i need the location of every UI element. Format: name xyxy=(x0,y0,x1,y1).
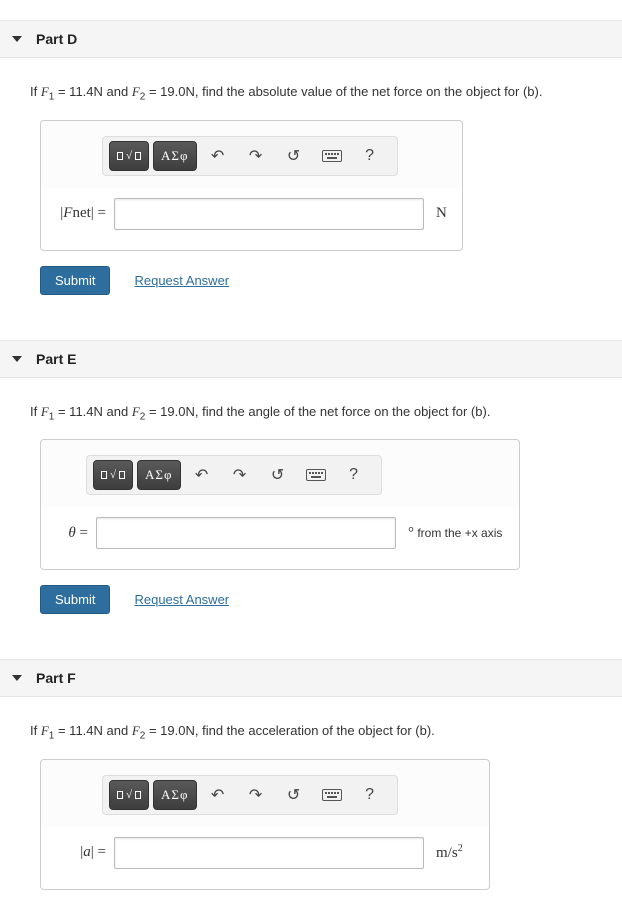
greek-button[interactable]: ΑΣφ xyxy=(153,780,196,810)
templates-icon: √ xyxy=(117,150,141,162)
part-title: Part E xyxy=(36,351,76,367)
request-answer-link[interactable]: Request Answer xyxy=(134,273,229,288)
submit-button[interactable]: Submit xyxy=(40,266,110,295)
toolbar-e: √ ΑΣφ ↶ ↷ ↺ ? xyxy=(41,440,519,507)
help-icon: ? xyxy=(365,147,374,165)
part-header-e[interactable]: Part E xyxy=(0,340,622,378)
reset-icon: ↺ xyxy=(287,785,300,805)
redo-button[interactable]: ↷ xyxy=(239,141,273,171)
redo-button[interactable]: ↷ xyxy=(239,780,273,810)
undo-button[interactable]: ↶ xyxy=(201,780,235,810)
greek-button[interactable]: ΑΣφ xyxy=(153,141,196,171)
submit-button[interactable]: Submit xyxy=(40,585,110,614)
keyboard-button[interactable] xyxy=(315,780,349,810)
lhs-label: |a| = xyxy=(56,844,114,861)
templates-button[interactable]: √ xyxy=(93,460,133,490)
redo-icon: ↷ xyxy=(249,146,262,166)
undo-icon: ↶ xyxy=(211,785,224,805)
help-icon: ? xyxy=(365,786,374,804)
lhs-label: |Fnet| = xyxy=(56,205,114,222)
keyboard-button[interactable] xyxy=(315,141,349,171)
undo-button[interactable]: ↶ xyxy=(201,141,235,171)
chevron-down-icon xyxy=(12,36,22,42)
undo-icon: ↶ xyxy=(211,146,224,166)
answer-input-e[interactable] xyxy=(96,517,396,549)
templates-button[interactable]: √ xyxy=(109,141,149,171)
prompt-e: If F1 = 11.4N and F2 = 19.0N, find the a… xyxy=(0,378,622,440)
request-answer-link[interactable]: Request Answer xyxy=(134,592,229,607)
lhs-label: θ = xyxy=(56,525,96,542)
undo-icon: ↶ xyxy=(195,465,208,485)
answer-box-f: √ ΑΣφ ↶ ↷ ↺ ? |a| = m/s2 xyxy=(40,759,490,890)
keyboard-icon xyxy=(322,789,342,801)
chevron-down-icon xyxy=(12,675,22,681)
chevron-down-icon xyxy=(12,356,22,362)
templates-icon: √ xyxy=(101,469,125,481)
part-title: Part D xyxy=(36,31,77,47)
templates-button[interactable]: √ xyxy=(109,780,149,810)
unit-label: ° from the +x axis xyxy=(396,525,502,542)
part-title: Part F xyxy=(36,670,76,686)
help-icon: ? xyxy=(349,466,358,484)
redo-icon: ↷ xyxy=(233,465,246,485)
prompt-d: If F1 = 11.4N and F2 = 19.0N, find the a… xyxy=(0,58,622,120)
templates-icon: √ xyxy=(117,789,141,801)
prompt-f: If F1 = 11.4N and F2 = 19.0N, find the a… xyxy=(0,697,622,759)
answer-box-d: √ ΑΣφ ↶ ↷ ↺ ? |Fnet| = N xyxy=(40,120,463,251)
greek-button[interactable]: ΑΣφ xyxy=(137,460,180,490)
answer-input-d[interactable] xyxy=(114,198,424,230)
undo-button[interactable]: ↶ xyxy=(185,460,219,490)
redo-icon: ↷ xyxy=(249,785,262,805)
reset-button[interactable]: ↺ xyxy=(261,460,295,490)
toolbar-d: √ ΑΣφ ↶ ↷ ↺ ? xyxy=(41,121,462,188)
actions-e: Submit Request Answer xyxy=(0,585,622,639)
toolbar-f: √ ΑΣφ ↶ ↷ ↺ ? xyxy=(41,760,489,827)
help-button[interactable]: ? xyxy=(353,780,387,810)
help-button[interactable]: ? xyxy=(353,141,387,171)
part-header-d[interactable]: Part D xyxy=(0,20,622,58)
answer-input-f[interactable] xyxy=(114,837,424,869)
reset-icon: ↺ xyxy=(271,465,284,485)
help-button[interactable]: ? xyxy=(337,460,371,490)
part-header-f[interactable]: Part F xyxy=(0,659,622,697)
reset-button[interactable]: ↺ xyxy=(277,141,311,171)
actions-d: Submit Request Answer xyxy=(0,266,622,320)
unit-label: N xyxy=(424,205,447,222)
reset-icon: ↺ xyxy=(287,146,300,166)
keyboard-icon xyxy=(306,469,326,481)
unit-label: m/s2 xyxy=(424,843,463,862)
keyboard-button[interactable] xyxy=(299,460,333,490)
answer-box-e: √ ΑΣφ ↶ ↷ ↺ ? θ = ° from the +x axis xyxy=(40,439,520,570)
redo-button[interactable]: ↷ xyxy=(223,460,257,490)
reset-button[interactable]: ↺ xyxy=(277,780,311,810)
keyboard-icon xyxy=(322,150,342,162)
